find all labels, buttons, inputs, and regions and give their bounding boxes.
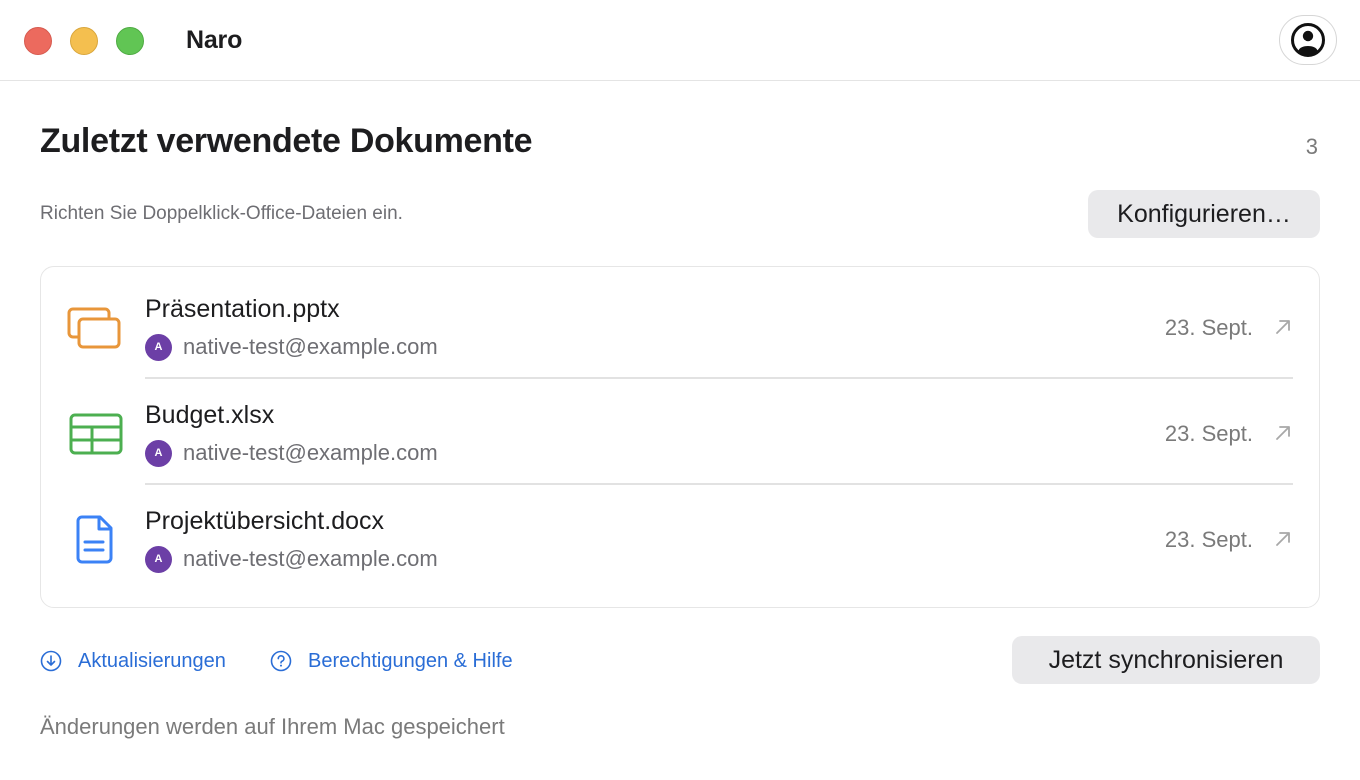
recent-documents-list: Präsentation.pptx A native-test@example.… xyxy=(40,266,1320,608)
owner-email: native-test@example.com xyxy=(183,440,438,465)
minimize-window-button[interactable] xyxy=(70,27,98,55)
updates-link-label: Aktualisierungen xyxy=(78,649,226,672)
profile-button[interactable] xyxy=(1279,15,1337,65)
permissions-help-link-label: Berechtigungen & Hilfe xyxy=(308,649,513,672)
page-title: Zuletzt verwendete Dokumente xyxy=(40,122,533,160)
presentation-icon xyxy=(67,307,121,349)
avatar: A xyxy=(145,545,172,573)
document-row-budget[interactable]: Budget.xlsx A native-test@example.com 23… xyxy=(41,379,1319,485)
document-row-presentation[interactable]: Präsentation.pptx A native-test@example.… xyxy=(41,273,1319,379)
save-location-note: Änderungen werden auf Ihrem Mac gespeich… xyxy=(40,714,505,739)
person-circle-icon xyxy=(1291,23,1325,57)
page-subtitle: Richten Sie Doppelklick-Office-Dateien e… xyxy=(40,203,403,224)
open-external-icon[interactable] xyxy=(1273,317,1293,337)
owner-email: native-test@example.com xyxy=(183,546,438,571)
document-owner: A native-test@example.com xyxy=(145,439,438,467)
close-window-button[interactable] xyxy=(24,27,52,55)
configure-button[interactable]: Konfigurieren… xyxy=(1088,190,1320,238)
spreadsheet-icon xyxy=(69,413,123,455)
document-date: 23. Sept. xyxy=(1164,315,1253,340)
document-row-project-overview[interactable]: Projektübersicht.docx A native-test@exam… xyxy=(41,485,1319,591)
zoom-window-button[interactable] xyxy=(116,27,144,55)
updates-link[interactable]: Aktualisierungen xyxy=(40,648,226,674)
permissions-help-link[interactable]: Berechtigungen & Hilfe xyxy=(270,648,513,674)
document-name: Budget.xlsx xyxy=(145,401,275,429)
app-title: Naro xyxy=(186,26,243,54)
question-circle-icon xyxy=(270,650,292,672)
document-date: 23. Sept. xyxy=(1164,421,1253,446)
avatar: A xyxy=(145,333,172,361)
owner-email: native-test@example.com xyxy=(183,334,438,359)
download-circle-icon xyxy=(40,650,62,672)
document-name: Projektübersicht.docx xyxy=(145,507,385,535)
document-name: Präsentation.pptx xyxy=(145,295,340,323)
open-external-icon[interactable] xyxy=(1273,529,1293,549)
document-date: 23. Sept. xyxy=(1164,527,1253,552)
avatar: A xyxy=(145,439,172,467)
open-external-icon[interactable] xyxy=(1273,423,1293,443)
document-count: 3 xyxy=(1305,134,1318,159)
sync-now-button[interactable]: Jetzt synchronisieren xyxy=(1012,636,1320,684)
document-owner: A native-test@example.com xyxy=(145,333,438,361)
title-bar: Naro xyxy=(0,0,1360,81)
document-icon xyxy=(76,515,113,564)
document-owner: A native-test@example.com xyxy=(145,545,438,573)
